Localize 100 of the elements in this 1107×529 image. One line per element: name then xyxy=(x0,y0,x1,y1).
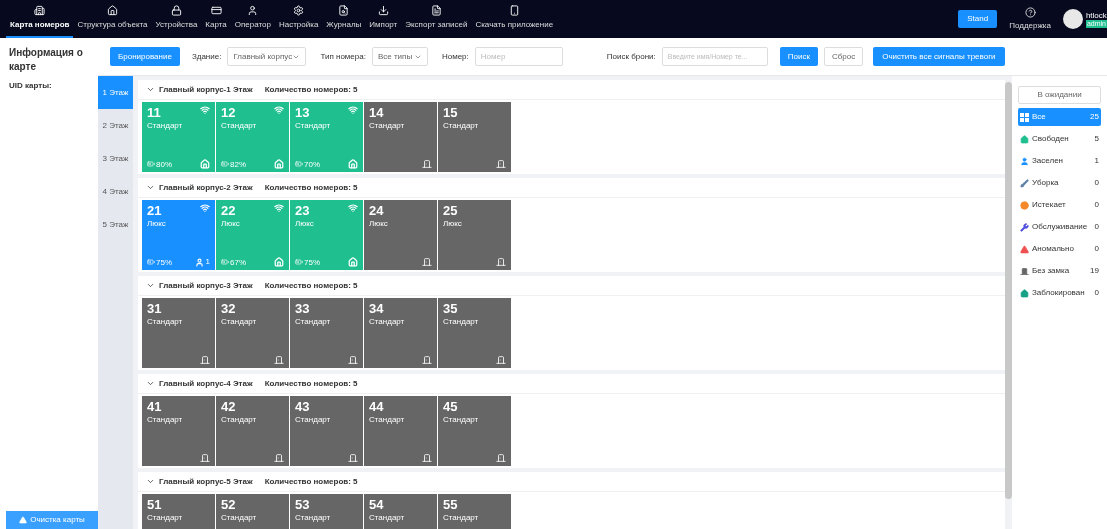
collapse-toggle[interactable] xyxy=(146,477,155,486)
nav-item[interactable]: Карта xyxy=(201,0,231,38)
room-number: 53 xyxy=(295,497,310,513)
room-number: 52 xyxy=(221,497,236,513)
room-tile[interactable]: 35 Стандарт xyxy=(438,298,511,368)
room-tile[interactable]: 54 Стандарт xyxy=(364,494,437,529)
status-filter-item[interactable]: Все 25 xyxy=(1018,108,1101,126)
floor-tab[interactable]: 5 Этаж xyxy=(98,208,133,241)
nav-item[interactable]: Структура объекта xyxy=(73,0,152,38)
battery-icon xyxy=(295,258,303,266)
room-number: 32 xyxy=(221,301,236,317)
building-select[interactable]: Главный корпус xyxy=(227,47,307,66)
floor-tab[interactable]: 4 Этаж xyxy=(98,175,133,208)
room-tile[interactable]: 32 Стандарт xyxy=(216,298,289,368)
room-tile[interactable]: 45 Стандарт xyxy=(438,396,511,466)
room-type: Стандарт xyxy=(443,513,479,522)
room-type: Стандарт xyxy=(295,121,331,130)
status-filter-item[interactable]: Обслуживание 0 xyxy=(1018,218,1101,236)
chevron-icon xyxy=(146,477,155,486)
room-number: 54 xyxy=(369,497,384,513)
room-tile[interactable]: 25 Люкс xyxy=(438,200,511,270)
door-icon xyxy=(200,355,210,365)
floor-tab[interactable]: 2 Этаж xyxy=(98,109,133,142)
nav-item[interactable]: Оператор xyxy=(230,0,275,38)
status-filter-item[interactable]: Уборка 0 xyxy=(1018,174,1101,192)
room-tile[interactable]: 34 Стандарт xyxy=(364,298,437,368)
floor-tab[interactable]: 3 Этаж xyxy=(98,142,133,175)
room-number: 41 xyxy=(147,399,162,415)
house-icon xyxy=(348,257,358,267)
avatar[interactable] xyxy=(1062,9,1083,29)
settings-icon xyxy=(293,5,305,16)
support-button[interactable]: Поддержка xyxy=(1009,6,1051,32)
section-title: Главный корпус-4 Этаж xyxy=(159,377,253,390)
chevron-icon xyxy=(146,379,155,388)
house-icon xyxy=(348,159,358,169)
room-number: 14 xyxy=(369,105,384,121)
nav-item[interactable]: Настройка xyxy=(274,0,323,38)
nav-item[interactable]: Журналы xyxy=(322,0,366,38)
room-tile[interactable]: 53 Стандарт xyxy=(290,494,363,529)
status-filter-item[interactable]: Свободен 5 xyxy=(1018,130,1101,148)
nav-item[interactable]: Скачать приложение xyxy=(471,0,558,38)
nav-item[interactable]: Экспорт записей xyxy=(401,0,472,38)
stand-button[interactable]: Stand xyxy=(958,10,998,28)
floor-tab[interactable]: 1 Этаж xyxy=(98,76,133,109)
room-tile[interactable]: 31 Стандарт xyxy=(142,298,215,368)
room-type: Стандарт xyxy=(147,415,183,424)
door-icon xyxy=(348,355,358,365)
nav-item[interactable]: Карта номеров xyxy=(6,0,74,38)
waiting-button[interactable]: В ожидании xyxy=(1018,86,1101,104)
room-number: 24 xyxy=(369,203,384,219)
collapse-toggle[interactable] xyxy=(146,183,155,192)
room-tile[interactable]: 55 Стандарт xyxy=(438,494,511,529)
nav-item[interactable]: Импорт xyxy=(365,0,402,38)
room-count: Количество номеров: 5 xyxy=(264,83,358,96)
room-type: Стандарт xyxy=(443,317,479,326)
door-icon xyxy=(422,257,432,267)
room-tile[interactable]: 41 Стандарт xyxy=(142,396,215,466)
chevron-icon xyxy=(146,281,155,290)
booking-search-label: Поиск брони: xyxy=(606,50,656,63)
status-filter-item[interactable]: Заблокирован 0 xyxy=(1018,284,1101,302)
room-tile[interactable]: 44 Стандарт xyxy=(364,396,437,466)
room-type-select[interactable]: Все типы xyxy=(371,47,428,66)
clear-alarms-button[interactable]: Очистить все сигналы тревоги xyxy=(873,47,1005,66)
room-tile[interactable]: 14 Стандарт xyxy=(364,102,437,172)
room-number: 33 xyxy=(295,301,310,317)
booking-button[interactable]: Бронирование xyxy=(110,47,180,66)
room-tile[interactable]: 51 Стандарт xyxy=(142,494,215,529)
reset-button[interactable]: Сброс xyxy=(823,47,864,66)
search-button[interactable]: Поиск xyxy=(779,47,818,66)
room-type: Люкс xyxy=(295,219,314,228)
status-filter-item[interactable]: Без замка 19 xyxy=(1018,262,1101,280)
door-icon xyxy=(422,453,432,463)
status-filter-item[interactable]: Заселен 1 xyxy=(1018,152,1101,170)
room-type: Стандарт xyxy=(369,317,405,326)
room-tile[interactable]: 15 Стандарт xyxy=(438,102,511,172)
status-filter-item[interactable]: Аномально 0 xyxy=(1018,240,1101,258)
nav-item[interactable]: Устройства xyxy=(151,0,202,38)
room-tile[interactable]: 52 Стандарт xyxy=(216,494,289,529)
room-type: Стандарт xyxy=(369,121,405,130)
collapse-toggle[interactable] xyxy=(146,85,155,94)
status-filter-item[interactable]: Истекает 0 xyxy=(1018,196,1101,214)
building-icon xyxy=(34,5,46,16)
scrollbar[interactable] xyxy=(1005,76,1012,529)
number-input[interactable]: Номер xyxy=(474,47,563,66)
battery-level: 70% xyxy=(304,159,320,169)
download-icon xyxy=(377,5,389,16)
room-tile[interactable]: 33 Стандарт xyxy=(290,298,363,368)
door-icon xyxy=(348,453,358,463)
room-number: 31 xyxy=(147,301,162,317)
house-icon xyxy=(107,5,118,16)
room-tile[interactable]: 42 Стандарт xyxy=(216,396,289,466)
chevron-icon xyxy=(146,85,155,94)
room-tile[interactable]: 21 Люкс 75% 1 xyxy=(142,200,215,270)
room-tile[interactable]: 24 Люкс xyxy=(364,200,437,270)
room-tile[interactable]: 43 Стандарт xyxy=(290,396,363,466)
room-type-label: Тип номера: xyxy=(320,50,366,63)
collapse-toggle[interactable] xyxy=(146,379,155,388)
collapse-toggle[interactable] xyxy=(146,281,155,290)
battery-icon xyxy=(221,160,229,168)
chevron-icon xyxy=(146,183,155,192)
